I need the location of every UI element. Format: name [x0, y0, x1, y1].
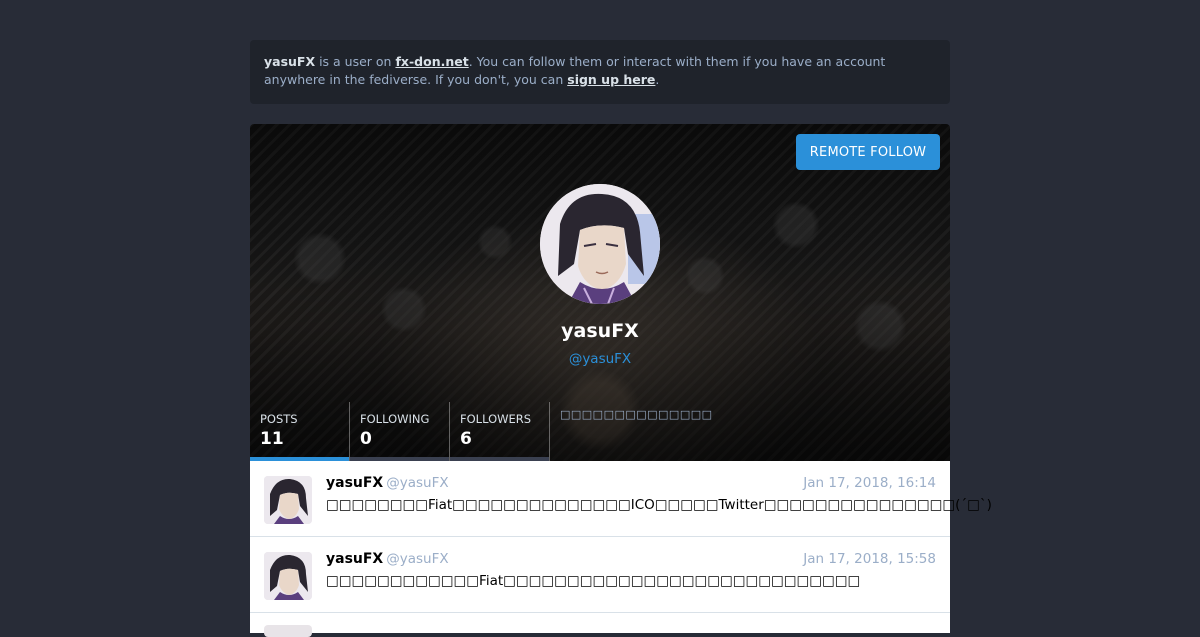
status-item[interactable]: yasuFX @yasuFX Jan 17, 2018, 16:14 □□□□□□…: [250, 461, 992, 537]
counter-label: FOLLOWERS: [460, 412, 532, 426]
status-timestamp[interactable]: Jan 17, 2018, 16:14: [803, 475, 936, 491]
page-container: yasuFX is a user on fx-don.net. You can …: [250, 40, 992, 637]
status-content: □□□□□□□□Fiat□□□□□□□□□□□□□□ICO□□□□□Twitte…: [326, 497, 992, 513]
counter-value: 0: [360, 429, 372, 449]
profile-avatar[interactable]: [540, 184, 660, 304]
instance-link[interactable]: fx-don.net: [395, 54, 468, 69]
banner-text-3: .: [655, 72, 660, 87]
status-item[interactable]: yasuFX @yasuFX Jan 17, 2018, 15:58 □□□□□□…: [250, 537, 950, 613]
counter-value: 6: [460, 429, 472, 449]
remote-follow-button[interactable]: REMOTE FOLLOW: [796, 134, 940, 170]
status-author[interactable]: yasuFX @yasuFX: [326, 475, 449, 491]
counter-followers[interactable]: FOLLOWERS 6: [450, 402, 550, 461]
status-display-name: yasuFX: [326, 551, 384, 567]
status-avatar[interactable]: [264, 476, 312, 524]
status-author[interactable]: yasuFX @yasuFX: [326, 551, 449, 567]
status-acct: @yasuFX: [386, 475, 449, 491]
status-content: □□□□□□□□□□□□Fiat□□□□□□□□□□□□□□□□□□□□□□□□…: [326, 573, 861, 589]
profile-display-name: yasuFX: [561, 320, 639, 342]
status-display-name: yasuFX: [326, 475, 384, 491]
profile-header: REMOTE FOLLOW yasuFX @yasuFX POSTS 11 FO…: [250, 124, 950, 461]
status-avatar[interactable]: [264, 552, 312, 600]
timeline: yasuFX @yasuFX Jan 17, 2018, 16:14 □□□□□□…: [250, 461, 992, 637]
avatar-image: [540, 184, 660, 304]
status-acct: @yasuFX: [386, 551, 449, 567]
counter-label: FOLLOWING: [360, 412, 430, 426]
info-banner: yasuFX is a user on fx-don.net. You can …: [250, 40, 950, 104]
status-item[interactable]: [250, 613, 950, 637]
banner-text-1: is a user on: [315, 54, 396, 69]
avatar-image: [264, 476, 312, 524]
banner-username: yasuFX: [264, 54, 316, 69]
profile-acct: @yasuFX: [568, 351, 632, 367]
profile-counters: POSTS 11 FOLLOWING 0 FOLLOWERS 6 □□□□□□□…: [250, 402, 713, 461]
sign-up-link[interactable]: sign up here: [567, 72, 655, 87]
avatar-image: [264, 552, 312, 600]
counter-following[interactable]: FOLLOWING 0: [350, 402, 450, 461]
counter-label: POSTS: [260, 412, 298, 426]
counter-value: 11: [260, 429, 284, 449]
status-timestamp[interactable]: Jan 17, 2018, 15:58: [803, 551, 936, 567]
profile-bio: □□□□□□□□□□□□□□: [560, 408, 713, 421]
status-avatar[interactable]: [264, 625, 312, 637]
counter-posts[interactable]: POSTS 11: [250, 402, 350, 461]
